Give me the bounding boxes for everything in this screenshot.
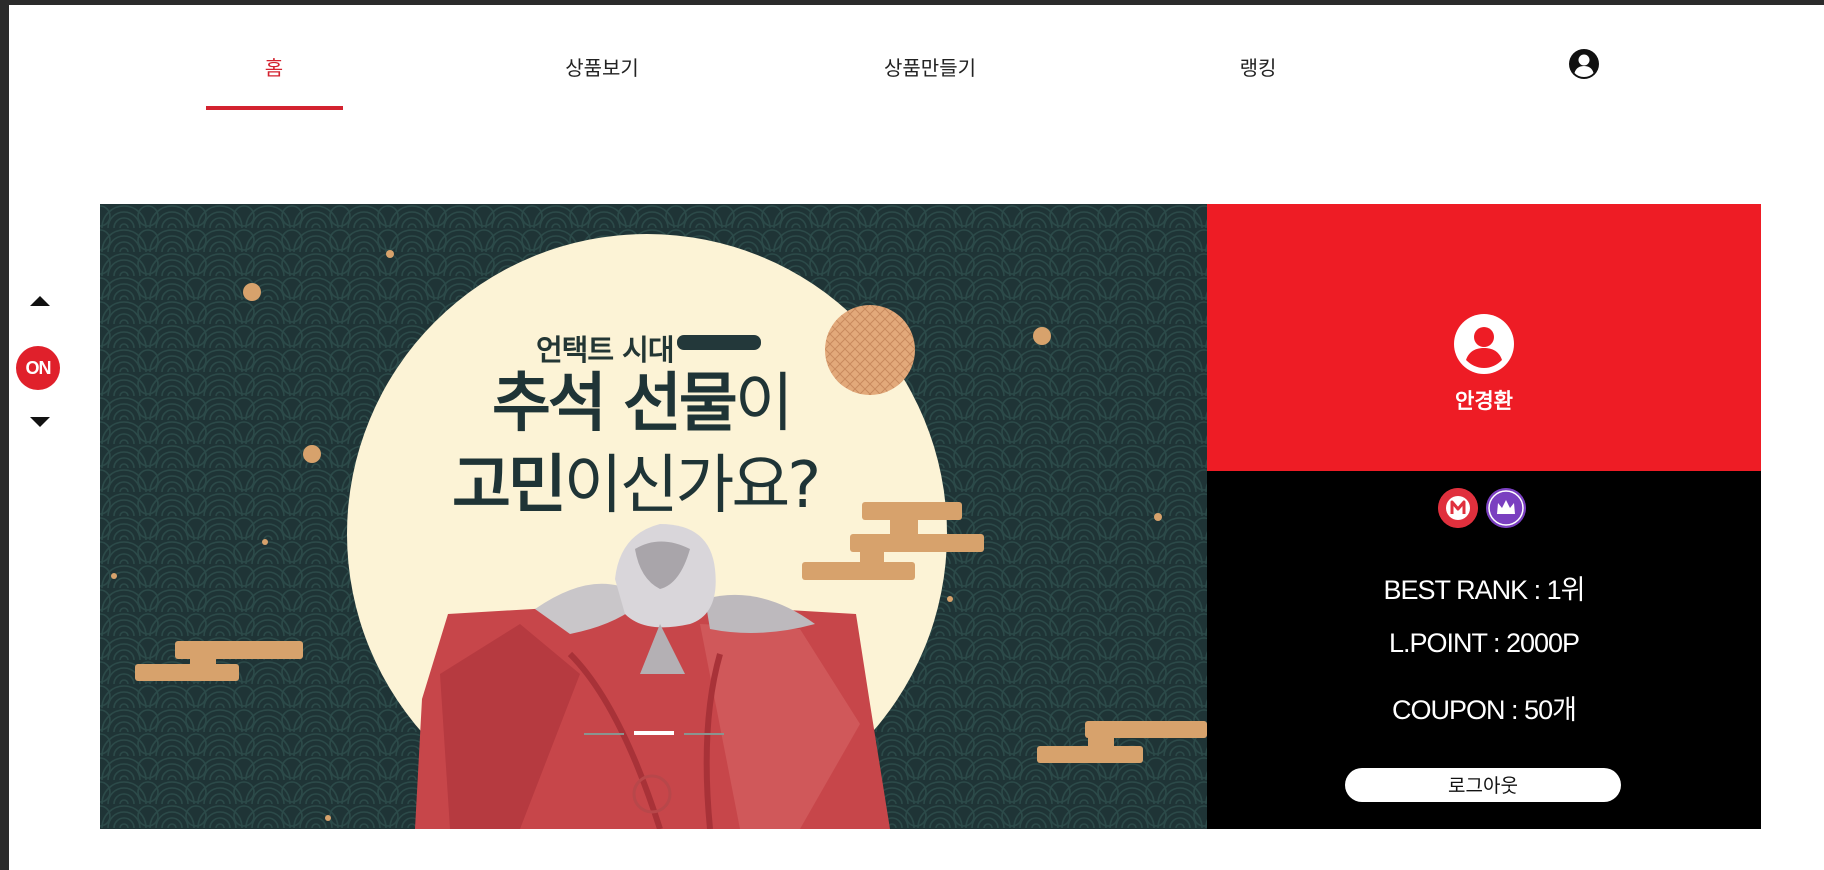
slide-dot-1[interactable] [584, 733, 624, 735]
top-navigation: 홈 상품보기 상품만들기 랭킹 [0, 0, 1824, 120]
patterned-ball [825, 305, 915, 395]
profile-panel-header: 안경환 [1207, 204, 1761, 471]
nav-item-create-product[interactable]: 상품만들기 [860, 52, 1000, 81]
user-name: 안경환 [1455, 389, 1513, 413]
best-rank-text: BEST RANK : 1위 [1383, 575, 1586, 605]
nav-item-ranking[interactable]: 랭킹 [1188, 52, 1328, 81]
l-point-text: L.POINT : 2000P [1388, 628, 1580, 658]
slide-indicator [584, 731, 730, 737]
title-accent-bar [677, 335, 761, 350]
m-badge-icon [1438, 488, 1478, 528]
user-avatar-icon [1454, 314, 1514, 374]
slide-dot-3[interactable] [684, 733, 724, 735]
profile-panel-stats: BEST RANK : 1위 L.POINT : 2000P COUPON : … [1207, 471, 1761, 829]
nav-item-products[interactable]: 상품보기 [532, 52, 672, 81]
side-quick-widget: ON [14, 286, 64, 436]
slide-dot-2[interactable] [634, 731, 674, 735]
nav-active-underline [206, 106, 343, 110]
coupon-text: COUPON : 50개 [1392, 695, 1577, 725]
on-toggle-button[interactable]: ON [16, 346, 60, 390]
logout-button[interactable]: 로그아웃 [1345, 768, 1621, 802]
nav-item-home[interactable]: 홈 [204, 52, 344, 81]
triangle-up-icon[interactable] [30, 296, 50, 306]
triangle-down-icon[interactable] [30, 417, 50, 427]
crown-badge-icon [1486, 488, 1526, 528]
user-circle-icon[interactable] [1568, 48, 1600, 80]
promo-banner[interactable]: 언택트 시대 추석 선물이 고민이신가요? [100, 204, 1207, 829]
window-frame-left [0, 0, 9, 870]
